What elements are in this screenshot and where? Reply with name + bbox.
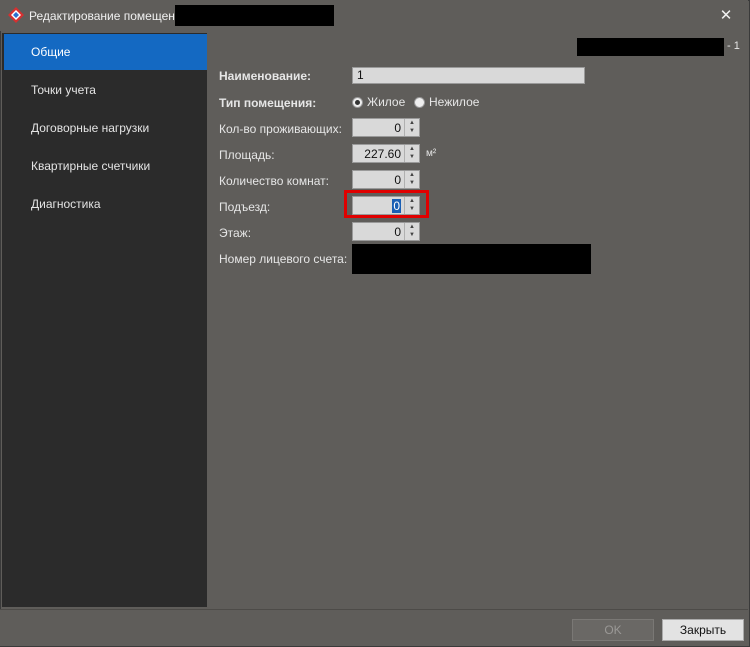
radio-checked-icon xyxy=(352,96,363,108)
entrance-label: Подъезд: xyxy=(219,200,271,214)
floor-label: Этаж: xyxy=(219,226,252,240)
radio-residential-label: Жилое xyxy=(367,95,406,109)
window-title: Редактирование помещения xyxy=(29,9,189,23)
highlight-box xyxy=(344,190,429,218)
account-label: Номер лицевого счета: xyxy=(219,252,348,266)
title-bar: Редактирование помещения ✕ xyxy=(0,0,748,31)
sidebar-item-apartment-meters[interactable]: Квартирные счетчики xyxy=(4,148,207,184)
redacted-title-block xyxy=(175,5,334,26)
sidebar-item-label: Квартирные счетчики xyxy=(31,159,151,173)
redacted-header-block xyxy=(577,38,724,56)
sidebar-item-metering-points[interactable]: Точки учета xyxy=(4,72,207,108)
floor-value: 0 xyxy=(394,225,401,239)
app-diamond-icon xyxy=(8,7,24,23)
header-suffix: - 1 xyxy=(727,40,740,52)
rooms-stepper[interactable]: 0 ▲ ▼ xyxy=(352,170,420,189)
sidebar-item-general[interactable]: Общие xyxy=(4,34,207,70)
residents-label: Кол-во проживающих: xyxy=(219,122,342,136)
stepper-arrows-icon[interactable]: ▲ ▼ xyxy=(404,119,419,136)
stepper-arrows-icon[interactable]: ▲ ▼ xyxy=(404,223,419,240)
sidebar-item-diagnostics[interactable]: Диагностика xyxy=(4,186,207,222)
close-button[interactable]: Закрыть xyxy=(662,619,744,641)
radio-nonresidential[interactable]: Нежилое xyxy=(414,95,479,109)
sidebar: Общие Точки учета Договорные нагрузки Кв… xyxy=(2,33,207,607)
area-unit: м² xyxy=(426,148,437,159)
residents-value: 0 xyxy=(394,121,401,135)
name-label: Наименование: xyxy=(219,69,312,83)
sidebar-item-label: Общие xyxy=(31,45,71,59)
radio-residential[interactable]: Жилое xyxy=(352,95,405,109)
type-label: Тип помещения: xyxy=(219,96,317,110)
residents-stepper[interactable]: 0 ▲ ▼ xyxy=(352,118,420,137)
floor-stepper[interactable]: 0 ▲ ▼ xyxy=(352,222,420,241)
stepper-arrows-icon[interactable]: ▲ ▼ xyxy=(404,145,419,162)
radio-unchecked-icon xyxy=(414,96,425,108)
close-icon[interactable]: ✕ xyxy=(713,4,739,26)
rooms-label: Количество комнат: xyxy=(219,174,329,188)
area-value: 227.60 xyxy=(364,147,401,161)
name-input[interactable]: 1 xyxy=(352,67,585,84)
sidebar-item-label: Точки учета xyxy=(31,83,96,97)
sidebar-item-label: Диагностика xyxy=(31,197,101,211)
area-label: Площадь: xyxy=(219,148,275,162)
rooms-value: 0 xyxy=(394,173,401,187)
sidebar-item-label: Договорные нагрузки xyxy=(31,121,150,135)
account-input-redacted[interactable] xyxy=(352,244,591,274)
area-stepper[interactable]: 227.60 ▲ ▼ xyxy=(352,144,420,163)
ok-button[interactable]: OK xyxy=(572,619,654,641)
stepper-arrows-icon[interactable]: ▲ ▼ xyxy=(404,171,419,188)
radio-nonresidential-label: Нежилое xyxy=(429,95,480,109)
sidebar-item-contract-loads[interactable]: Договорные нагрузки xyxy=(4,110,207,146)
